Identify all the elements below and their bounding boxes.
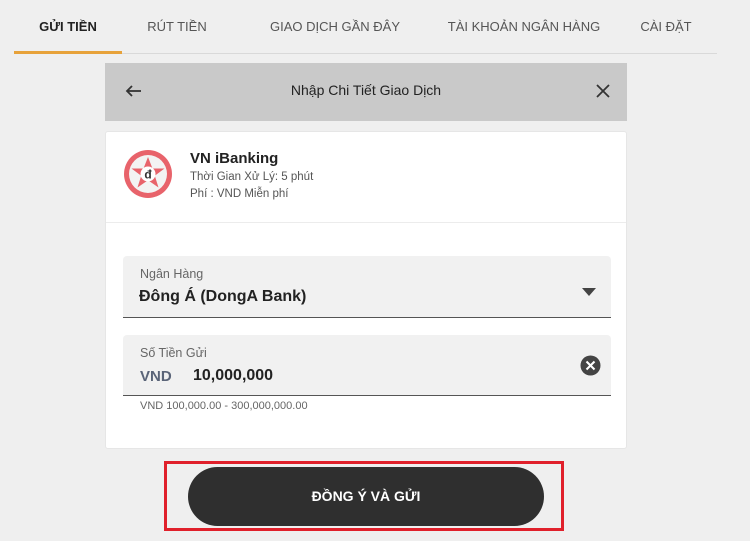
bank-select[interactable]: Ngân Hàng Đông Á (DongA Bank) [123,256,611,318]
amount-range-hint: VND 100,000.00 - 300,000,000.00 [140,400,308,412]
tab-recent-transactions[interactable]: GIAO DỊCH GẦN ĐÂY [242,0,428,54]
fee-info: Phí : VND Miễn phí [190,188,289,200]
bank-select-label: Ngân Hàng [140,267,204,281]
amount-input[interactable] [193,367,493,385]
close-button[interactable] [593,81,613,101]
svg-text:đ: đ [144,168,152,182]
bank-logo: đ [123,149,173,199]
submit-button[interactable]: ĐỒNG Ý VÀ GỬI [188,467,544,526]
payment-method-name: VN iBanking [190,150,279,167]
divider [106,222,626,223]
amount-field: Số Tiền Gửi VND [123,335,611,396]
processing-time: Thời Gian Xử Lý: 5 phút [190,171,314,183]
modal-title: Nhập Chi Tiết Giao Dịch [290,82,442,98]
modal-header: Nhập Chi Tiết Giao Dịch [105,63,627,121]
tab-settings[interactable]: CÀI ĐẶT [628,0,704,54]
tab-withdraw[interactable]: RÚT TIỀN [126,0,228,54]
active-tab-indicator [14,51,122,54]
caret-down-icon[interactable] [582,287,596,297]
close-icon [596,84,610,98]
tab-bar: GỬI TIỀN RÚT TIỀN GIAO DỊCH GẦN ĐÂY TÀI … [14,0,717,54]
tab-bank-accounts[interactable]: TÀI KHOẢN NGÂN HÀNG [424,0,624,54]
transaction-card: đ VN iBanking Thời Gian Xử Lý: 5 phút Ph… [105,131,627,449]
clear-icon[interactable] [580,355,601,376]
amount-field-label: Số Tiền Gửi [140,346,207,360]
currency-code: VND [140,368,172,385]
tab-deposit[interactable]: GỬI TIỀN [14,0,122,54]
bank-select-value: Đông Á (DongA Bank) [139,288,307,305]
